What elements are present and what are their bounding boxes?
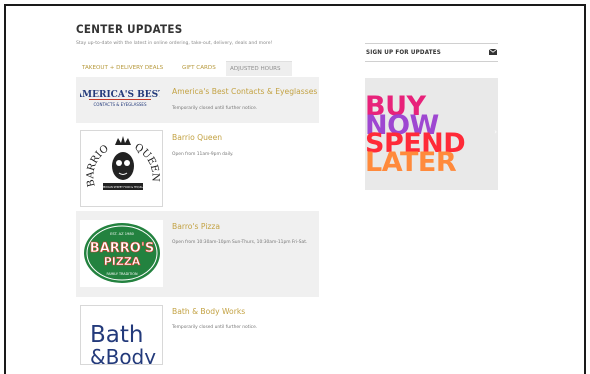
- store-name-link[interactable]: Bath & Body Works: [172, 307, 245, 316]
- chevron-right-icon[interactable]: ›: [494, 128, 497, 136]
- promo-text: LATER: [365, 147, 457, 178]
- logo-text: BARRIO: [85, 143, 110, 188]
- logo-text: &Body: [90, 345, 156, 365]
- store-item-americas-best: AMERICA'S BEST CONTACTS & EYEGLASSES Ame…: [76, 77, 319, 123]
- store-hours: Temporarily closed until further notice.: [172, 325, 258, 330]
- logo-text: QUEEN: [133, 142, 161, 182]
- section-title: CENTER UPDATES: [76, 22, 183, 36]
- store-logo[interactable]: AMERICA'S BEST CONTACTS & EYEGLASSES: [80, 80, 160, 116]
- logo-text: CONTACTS & EYEGLASSES: [94, 102, 147, 107]
- signup-updates-header[interactable]: SIGN UP FOR UPDATES: [365, 43, 498, 62]
- logo-text: MEXICAN STREET FOOD & TEQUILA: [102, 186, 145, 189]
- logo-text: PIZZA: [104, 255, 141, 268]
- bath-body-works-logo: Bath &Body: [90, 322, 156, 365]
- barrio-queen-logo: BARRIO QUEEN MEXICAN STREET FOOD & TEQUI…: [85, 136, 161, 190]
- promo-banner-buy-now-spend-later[interactable]: BUY NOW SPEND LATER ›: [365, 78, 498, 190]
- store-logo[interactable]: Bath &Body: [80, 305, 163, 365]
- store-name-link[interactable]: Barrio Queen: [172, 133, 222, 142]
- store-name-link[interactable]: Barro's Pizza: [172, 222, 220, 231]
- store-hours: Temporarily closed until further notice.: [172, 106, 258, 111]
- signup-label: SIGN UP FOR UPDATES: [366, 49, 441, 56]
- section-subtitle: Stay up-to-date with the latest in onlin…: [76, 41, 273, 46]
- store-item-barros-pizza: EST. AZ 1980 BARRO'S PIZZA FAMILY TRADIT…: [76, 211, 319, 297]
- store-hours: Open from 11am-9pm daily.: [172, 152, 234, 157]
- store-item-bath-body-works: Bath &Body Bath & Body Works Temporarily…: [76, 300, 319, 365]
- americas-best-logo: AMERICA'S BEST CONTACTS & EYEGLASSES: [80, 90, 160, 107]
- store-logo[interactable]: EST. AZ 1980 BARRO'S PIZZA FAMILY TRADIT…: [80, 220, 163, 287]
- tab-takeout-delivery-deals[interactable]: TAKEOUT + DELIVERY DEALS: [82, 61, 163, 76]
- svg-text:BARRIO: BARRIO: [85, 143, 110, 188]
- svg-text:QUEEN: QUEEN: [133, 142, 161, 182]
- logo-text: FAMILY TRADITION: [107, 272, 138, 276]
- logo-text: BARRO'S: [90, 241, 154, 256]
- store-item-barrio-queen: BARRIO QUEEN MEXICAN STREET FOOD & TEQUI…: [76, 126, 319, 208]
- barros-pizza-logo: EST. AZ 1980 BARRO'S PIZZA FAMILY TRADIT…: [84, 223, 160, 283]
- store-hours: Open from 10:30am-10pm Sun-Thurs, 10:30a…: [172, 240, 308, 245]
- tab-adjusted-hours[interactable]: ADJUSTED HOURS: [226, 61, 292, 76]
- tab-gift-cards[interactable]: GIFT CARDS: [182, 61, 216, 76]
- store-logo[interactable]: BARRIO QUEEN MEXICAN STREET FOOD & TEQUI…: [80, 130, 163, 207]
- logo-text: AMERICA'S BEST: [80, 90, 160, 100]
- store-name-link[interactable]: America's Best Contacts & Eyeglasses: [172, 87, 317, 96]
- mail-icon[interactable]: [489, 49, 497, 55]
- logo-text: EST. AZ 1980: [110, 232, 135, 236]
